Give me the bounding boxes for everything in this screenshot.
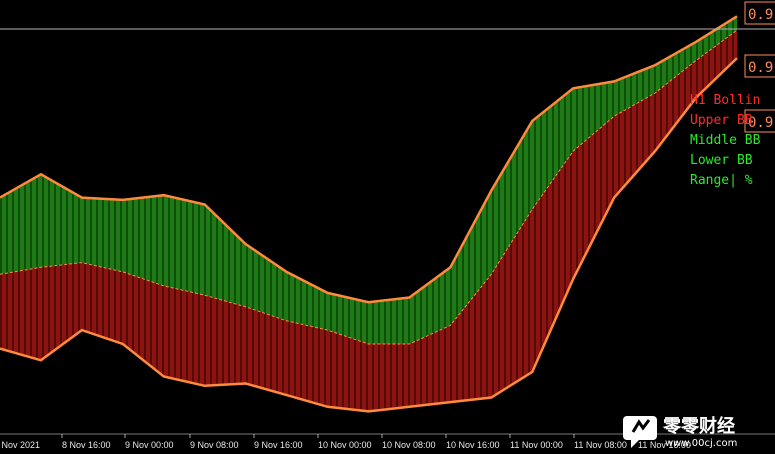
- info-panel-line: Lower BB: [690, 153, 753, 168]
- x-tick-label: 9 Nov 08:00: [190, 440, 239, 450]
- x-tick-label: 9 Nov 00:00: [125, 440, 174, 450]
- info-panel-line: Middle BB: [690, 133, 761, 148]
- x-tick-label: 9 Nov 16:00: [254, 440, 303, 450]
- bollinger-chart: 0.90.90.9 8 Nov 20218 Nov 16:009 Nov 00:…: [0, 1, 775, 450]
- chat-bubble-icon: [623, 416, 657, 448]
- x-tick-label: 10 Nov 00:00: [318, 440, 372, 450]
- x-tick-label: 10 Nov 16:00: [446, 440, 500, 450]
- info-panel-line: Range| %: [690, 173, 753, 188]
- price-label: 0.9: [748, 7, 773, 23]
- x-tick-label: 8 Nov 2021: [0, 440, 40, 450]
- watermark: 零零财经 www.00cj.com: [623, 415, 737, 449]
- x-tick-label: 8 Nov 16:00: [62, 440, 111, 450]
- price-label: 0.9: [748, 60, 773, 76]
- x-tick-label: 10 Nov 08:00: [382, 440, 436, 450]
- info-panel-line: H1 Bollin: [690, 93, 760, 108]
- watermark-text: 零零财经: [662, 415, 735, 437]
- watermark-url: www.00cj.com: [665, 438, 737, 449]
- info-panel: H1 Bollin Upper BB Middle BB Lower BB Range|…: [690, 93, 761, 188]
- info-panel-line: Upper BB: [690, 113, 753, 128]
- x-tick-label: 11 Nov 08:00: [574, 440, 627, 450]
- x-tick-label: 11 Nov 00:00: [510, 440, 563, 450]
